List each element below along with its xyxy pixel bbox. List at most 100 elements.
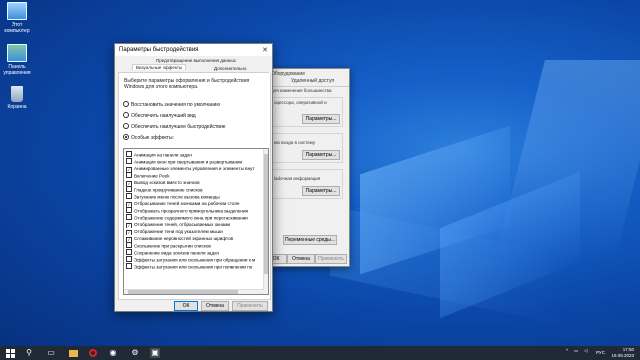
performance-settings-button[interactable]: Параметры...	[302, 114, 340, 124]
opera-icon[interactable]	[88, 348, 98, 358]
desktop-icon-label: Корзина	[7, 104, 27, 110]
wallpaper-beam	[495, 60, 640, 260]
system-icon[interactable]: ▣	[150, 348, 160, 358]
close-icon[interactable]: ✕	[262, 46, 268, 54]
effect-label: Скольжение при раскрытии списков	[134, 243, 211, 249]
effect-label: Отбрасывание теней значками на рабочем с…	[134, 201, 240, 206]
wallpaper-beam	[330, 205, 560, 325]
checkbox-unchecked[interactable]	[126, 214, 132, 220]
settings-icon[interactable]: ⚙	[130, 348, 140, 358]
radio-label: Особые эффекты:	[131, 135, 174, 141]
desktop-icon-control-panel[interactable]: Панель управления	[2, 44, 32, 76]
checkbox-unchecked[interactable]	[126, 207, 132, 213]
horizontal-scrollbar[interactable]	[124, 289, 264, 294]
effect-list-item[interactable]: Отображение содержимого окна при перетас…	[126, 214, 262, 221]
radio-best-appearance[interactable]: Обеспечить наилучший вид	[123, 112, 196, 119]
effect-label: Сглаживание неровностей экранных шрифтов	[134, 236, 234, 241]
effect-list-item[interactable]: Эффекты затухания или скольжения при обр…	[126, 256, 262, 263]
clock[interactable]: 17:50 19.08.2023	[611, 347, 634, 359]
admin-note: для изменения большинства	[271, 88, 332, 93]
performance-group: оцессора, оперативной и Параметры...	[271, 97, 343, 127]
checkbox-unchecked[interactable]	[126, 151, 132, 157]
radio-label: Обеспечить наилучший вид	[131, 113, 196, 119]
radio-circle	[123, 123, 129, 129]
tab-remote[interactable]: Удаленный доступ	[291, 78, 334, 84]
tab-data-execution-prevention[interactable]: Предотвращение выполнения данных	[156, 58, 236, 63]
effect-list-item[interactable]: Отображать прозрачного прямоугольника вы…	[126, 207, 262, 214]
effect-list-item[interactable]: Эффекты затухания или скольжения при поя…	[126, 263, 262, 270]
wallpaper-beam	[360, 125, 510, 275]
effect-list-item[interactable]: Затухание меню после вызова команды	[126, 193, 262, 200]
effect-label: Анимация на панели задач	[134, 152, 192, 158]
ok-button[interactable]: ОК	[174, 301, 198, 311]
effect-list-item[interactable]: ✓ Анимированные элементы управления и эле…	[126, 165, 262, 172]
cancel-button[interactable]: Отмена	[287, 254, 315, 264]
effect-label: Отображать прозрачного прямоугольника вы…	[134, 208, 249, 214]
checkbox-unchecked[interactable]	[126, 256, 132, 262]
effect-list-item[interactable]: ✓ Отбрасывание теней значками на рабочем …	[126, 200, 262, 207]
effect-label: Отображение содержимого окна при перетас…	[134, 215, 248, 221]
recycle-bin-icon	[11, 86, 23, 102]
tab-visual-effects[interactable]: Визуальные эффекты	[132, 64, 187, 70]
effect-label: Сохранение вида эскизов панели задач	[134, 250, 220, 256]
effect-label: Затухание меню после вызова команды	[134, 194, 220, 200]
cancel-button[interactable]: Отмена	[201, 301, 229, 311]
scrollbar-thumb[interactable]	[264, 154, 268, 274]
radio-best-performance[interactable]: Обеспечить наилучшее быстродействие	[123, 123, 226, 130]
effect-list-item[interactable]: ✓ Отображение теней, отбрасываемых окнами	[126, 221, 262, 228]
effect-list-item[interactable]: Скольжение при раскрытии списков	[126, 242, 262, 249]
radio-default[interactable]: Восстановить значения по умолчанию	[123, 101, 220, 108]
radio-custom[interactable]: Особые эффекты:	[123, 134, 174, 141]
effect-list-item[interactable]: ✓ Вывод эскизов вместо значков	[126, 179, 262, 186]
vertical-scrollbar[interactable]	[263, 149, 268, 294]
effects-list-items: Анимация на панели задач Анимация окон пр…	[126, 151, 262, 270]
checkbox-unchecked[interactable]	[126, 193, 132, 199]
checkbox-unchecked[interactable]	[126, 186, 132, 192]
checkbox-unchecked[interactable]	[126, 172, 132, 178]
effect-list-item[interactable]: ✓ Отображение тени под указателем мыши	[126, 228, 262, 235]
desktop-icon-this-pc[interactable]: Этот компьютер	[2, 2, 32, 34]
taskbar: ⚲ ▭ ◉ ⚙ ▣ ^ ▭ ◁ РУС 17:50 19.08.2023	[0, 346, 640, 360]
checkbox-unchecked[interactable]	[126, 242, 132, 248]
tab-row-bottom: Визуальные эффекты Дополнительно	[118, 64, 269, 73]
effect-list-item[interactable]: Включение Peek	[126, 172, 262, 179]
environment-variables-button[interactable]: Переменные среды...	[283, 235, 337, 245]
app-icon[interactable]: ◉	[108, 348, 118, 358]
profiles-settings-button[interactable]: Параметры...	[302, 150, 340, 160]
effect-label: Включение Peek	[134, 173, 170, 179]
apply-button[interactable]: Применить	[232, 301, 268, 311]
startup-settings-button[interactable]: Параметры...	[302, 186, 340, 196]
checkbox-unchecked[interactable]	[126, 249, 132, 255]
volume-icon[interactable]: ◁	[584, 348, 587, 354]
effect-list-item[interactable]: Анимация на панели задач	[126, 151, 262, 158]
effect-list-item[interactable]: ✓ Сглаживание неровностей экранных шрифто…	[126, 235, 262, 242]
tray-chevron-icon[interactable]: ^	[566, 348, 568, 353]
effects-list[interactable]: Анимация на панели задач Анимация окон пр…	[123, 148, 269, 295]
effect-label: Отображение тени под указателем мыши	[134, 229, 223, 234]
panel-description: Выберите параметры оформления и быстроде…	[124, 78, 250, 90]
network-icon[interactable]: ▭	[574, 348, 578, 354]
performance-options-dialog: Параметры быстродействия ✕ Предотвращени…	[114, 43, 273, 312]
checkbox-unchecked[interactable]	[126, 263, 132, 269]
startup-group: ladочная информация Параметры...	[271, 169, 343, 199]
checkbox-checked[interactable]: ✓	[126, 222, 132, 228]
tab-row-top: Предотвращение выполнения данных	[118, 57, 269, 64]
scrollbar-thumb[interactable]	[128, 290, 238, 294]
effect-list-item[interactable]: Гладкое прокручивание списков	[126, 186, 262, 193]
effect-label: Вывод эскизов вместо значков	[134, 180, 200, 185]
start-button[interactable]	[6, 348, 16, 358]
language-indicator[interactable]: РУС	[596, 350, 605, 355]
task-view-icon[interactable]: ▭	[46, 348, 56, 358]
effect-list-item[interactable]: Сохранение вида эскизов панели задач	[126, 249, 262, 256]
checkbox-unchecked[interactable]	[126, 158, 132, 164]
title-bar[interactable]: Параметры быстродействия ✕	[115, 44, 272, 56]
checkbox-checked[interactable]: ✓	[126, 229, 132, 235]
apply-button[interactable]: Применить	[315, 254, 347, 264]
effect-list-item[interactable]: Анимация окон при свертывании и разверты…	[126, 158, 262, 165]
file-explorer-icon[interactable]	[68, 348, 78, 358]
control-panel-icon	[7, 44, 27, 62]
desktop-icon-label: управления	[3, 70, 31, 76]
search-icon[interactable]: ⚲	[24, 348, 34, 358]
desktop-icon-recycle-bin[interactable]: Корзина	[2, 86, 32, 110]
tab-advanced[interactable]: Дополнительно	[214, 66, 246, 71]
